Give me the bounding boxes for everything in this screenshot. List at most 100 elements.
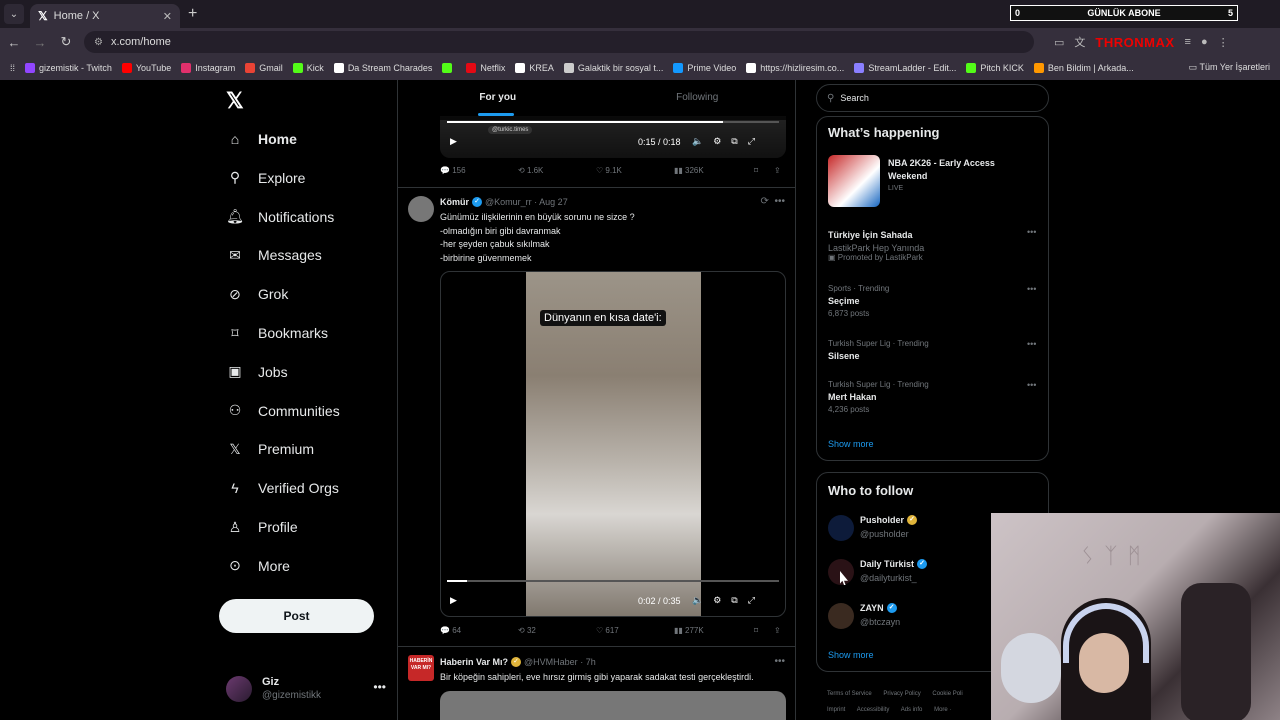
- search-input[interactable]: ⚲ Search: [816, 84, 1049, 112]
- trend-item[interactable]: Turkish Super Lig · Trending Silsene: [828, 339, 929, 364]
- cast-icon[interactable]: ▭: [1054, 36, 1064, 49]
- bookmark-item[interactable]: https://hizliresim.co...: [746, 63, 844, 73]
- show-more-link[interactable]: Show more: [828, 439, 874, 449]
- back-icon[interactable]: ←: [2, 35, 26, 50]
- featured-trend-title[interactable]: NBA 2K26 - Early Access Weekend: [888, 157, 1028, 183]
- play-icon[interactable]: ▶: [450, 595, 457, 606]
- forward-icon[interactable]: →: [28, 35, 52, 50]
- views-button[interactable]: ▮▮ 277K: [674, 626, 704, 635]
- views-button[interactable]: ▮▮ 326K: [674, 166, 704, 175]
- reload-icon[interactable]: ↻: [54, 34, 78, 50]
- nav-item-more[interactable]: ⊙ More: [226, 551, 290, 581]
- pip-icon[interactable]: ⧉: [731, 595, 737, 606]
- account-switcher[interactable]: Giz @gizemistikk •••: [226, 674, 386, 704]
- nav-item-verified-orgs[interactable]: ϟ Verified Orgs: [226, 473, 339, 503]
- close-tab-icon[interactable]: ✕: [163, 10, 172, 23]
- thronmax-extension[interactable]: THRONMAX: [1095, 35, 1174, 50]
- author-handle[interactable]: @Komur_rr: [485, 197, 532, 207]
- more-dots-icon[interactable]: •••: [1027, 227, 1036, 237]
- x-logo-icon[interactable]: 𝕏: [226, 88, 244, 114]
- footer-link[interactable]: Terms of Service: [827, 691, 872, 697]
- bookmark-icon[interactable]: ⌑: [754, 626, 758, 635]
- author-name[interactable]: Kömür: [440, 197, 469, 207]
- tab-search-dropdown[interactable]: ⌄: [4, 4, 24, 24]
- footer-link[interactable]: Ads info: [901, 707, 923, 713]
- post-media[interactable]: [440, 691, 786, 720]
- nav-item-jobs[interactable]: ▣ Jobs: [226, 357, 287, 387]
- share-icon[interactable]: ⇪: [774, 166, 781, 175]
- video-player[interactable]: Dünyanın en kısa date'i:: [440, 271, 786, 617]
- bookmark-item[interactable]: Pitch KICK: [966, 63, 1024, 73]
- trend-image[interactable]: [828, 155, 880, 207]
- repost-button[interactable]: ⟲ 32: [518, 626, 536, 635]
- play-icon[interactable]: ▶: [450, 136, 457, 147]
- promoted-trend[interactable]: Türkiye İçin Sahada LastikPark Hep Yanın…: [828, 227, 924, 262]
- bookmark-item[interactable]: [442, 63, 456, 73]
- reply-button[interactable]: 💬 156: [440, 166, 466, 175]
- bookmark-item[interactable]: Netflix: [466, 63, 505, 73]
- more-dots-icon[interactable]: •••: [373, 680, 386, 694]
- fullscreen-icon[interactable]: ⤢: [748, 136, 755, 147]
- nav-item-profile[interactable]: ♙ Profile: [226, 512, 298, 542]
- footer-link[interactable]: Imprint: [827, 707, 845, 713]
- nav-item-grok[interactable]: ⊘ Grok: [226, 279, 288, 309]
- post-date[interactable]: · Aug 27: [534, 197, 568, 207]
- more-dots-icon[interactable]: •••: [1027, 339, 1036, 349]
- bookmark-item[interactable]: StreamLadder - Edit...: [854, 63, 956, 73]
- video-progress-top[interactable]: [447, 121, 779, 123]
- bookmark-item[interactable]: Kick: [292, 63, 324, 73]
- volume-icon[interactable]: 🔈: [692, 595, 703, 606]
- translate-icon[interactable]: 文: [1074, 34, 1085, 50]
- tab-following[interactable]: Following: [598, 80, 796, 120]
- post-menu-icon[interactable]: ⟳ •••: [761, 196, 785, 207]
- avatar[interactable]: [408, 196, 434, 222]
- footer-link[interactable]: More ·: [934, 707, 951, 713]
- repost-button[interactable]: ⟲ 1.6K: [518, 166, 543, 175]
- fullscreen-icon[interactable]: ⤢: [748, 595, 755, 606]
- bookmark-item[interactable]: Ben Bildim | Arkada...: [1033, 63, 1134, 73]
- url-field[interactable]: ⚙ x.com/home: [84, 31, 1034, 53]
- settings-icon[interactable]: ⚙: [713, 595, 721, 606]
- bookmark-item[interactable]: Prime Video: [673, 63, 736, 73]
- nav-item-messages[interactable]: ✉ Messages: [226, 240, 322, 270]
- bookmark-item[interactable]: Instagram: [181, 63, 235, 73]
- footer-link[interactable]: Cookie Poli: [932, 691, 962, 697]
- volume-icon[interactable]: 🔈: [692, 136, 703, 147]
- footer-link[interactable]: Privacy Policy: [883, 691, 920, 697]
- like-button[interactable]: ♡ 617: [596, 626, 619, 635]
- bookmark-item[interactable]: Gmail: [245, 63, 283, 73]
- nav-item-home[interactable]: ⌂ Home: [226, 124, 297, 154]
- reply-button[interactable]: 💬 64: [440, 626, 461, 635]
- bookmark-item[interactable]: Galaktik bir sosyal t...: [563, 63, 663, 73]
- trend-item[interactable]: Turkish Super Lig · Trending Mert Hakan 4,…: [828, 380, 929, 414]
- tab-home-x[interactable]: 𝕏 Home / X ✕: [30, 4, 180, 28]
- footer-link[interactable]: Accessibility: [857, 707, 890, 713]
- nav-item-notifications[interactable]: 🔔︎ Notifications: [226, 202, 334, 232]
- avatar[interactable]: HABERİN VAR MI?: [408, 655, 434, 681]
- settings-icon[interactable]: ⚙: [713, 136, 721, 147]
- share-icon[interactable]: ⇪: [774, 626, 781, 635]
- more-dots-icon[interactable]: •••: [1027, 284, 1036, 294]
- show-more-link[interactable]: Show more: [828, 650, 874, 660]
- site-info-icon[interactable]: ⚙: [94, 37, 103, 48]
- author-name[interactable]: Haberin Var Mı?: [440, 657, 508, 667]
- media-icon[interactable]: ≡: [1185, 36, 1191, 48]
- pip-icon[interactable]: ⧉: [731, 136, 737, 147]
- bookmark-item[interactable]: gizemistik - Twitch: [25, 63, 112, 73]
- more-dots-icon[interactable]: •••: [1027, 380, 1036, 390]
- video-progress[interactable]: [447, 580, 779, 582]
- post-button[interactable]: Post: [219, 599, 374, 633]
- post-menu-icon[interactable]: •••: [774, 656, 785, 667]
- trend-item[interactable]: Sports · Trending Seçime 6,873 posts: [828, 284, 889, 318]
- menu-icon[interactable]: ⋮: [1218, 36, 1229, 49]
- profile-icon[interactable]: ●: [1201, 36, 1208, 48]
- post-date[interactable]: · 7h: [580, 657, 596, 667]
- bookmark-icon[interactable]: ⌑: [754, 166, 758, 175]
- nav-item-explore[interactable]: ⚲ Explore: [226, 163, 306, 193]
- new-tab-button[interactable]: +: [188, 5, 197, 23]
- nav-item-communities[interactable]: ⚇ Communities: [226, 396, 340, 426]
- tab-for-you[interactable]: For you: [398, 80, 598, 120]
- like-button[interactable]: ♡ 9.1K: [596, 166, 622, 175]
- nav-item-premium[interactable]: 𝕏 Premium: [226, 434, 314, 464]
- bookmark-item[interactable]: YouTube: [121, 63, 171, 73]
